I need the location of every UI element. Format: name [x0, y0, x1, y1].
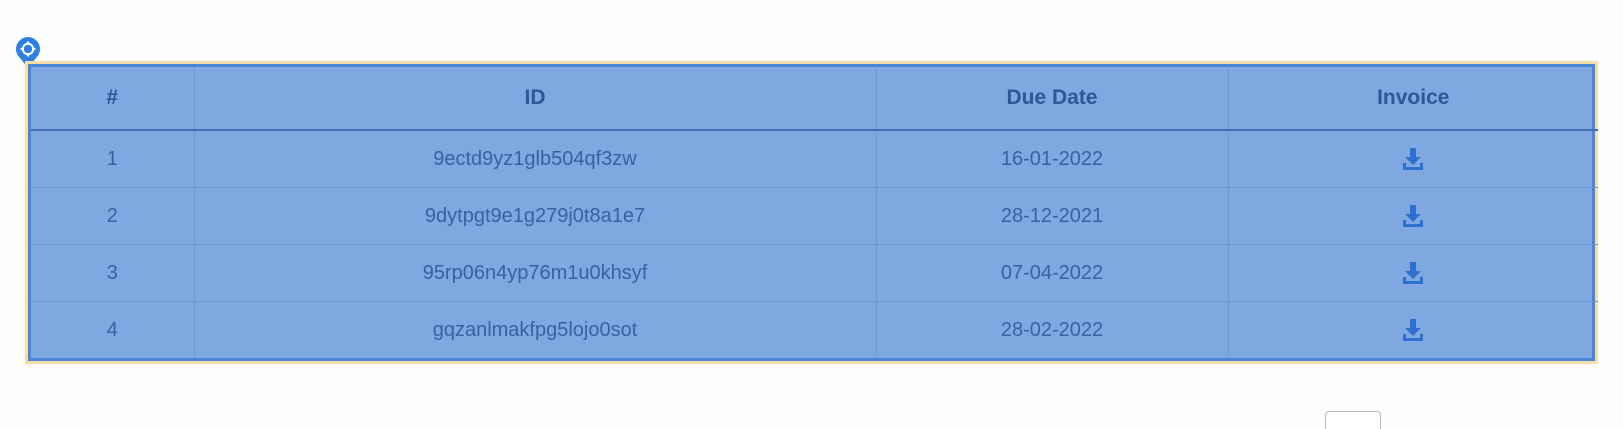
column-header-id: ID [193, 67, 877, 131]
table-row: 4 gqzanlmakfpg5lojo0sot 28-02-2022 [31, 301, 1598, 358]
row-due-date: 16-01-2022 [875, 130, 1229, 188]
row-id: gqzanlmakfpg5lojo0sot [193, 301, 877, 358]
column-header-invoice: Invoice [1227, 67, 1598, 131]
row-index: 3 [31, 244, 195, 302]
row-id: 95rp06n4yp76m1u0khsyf [193, 244, 877, 302]
download-icon[interactable] [1402, 147, 1424, 171]
row-invoice [1227, 130, 1598, 188]
row-due-date: 07-04-2022 [875, 244, 1229, 302]
row-id: 9dytpgt9e1g279j0t8a1e7 [193, 187, 877, 245]
row-invoice [1227, 244, 1598, 302]
download-icon[interactable] [1402, 261, 1424, 285]
row-invoice [1227, 301, 1598, 358]
download-icon[interactable] [1402, 204, 1424, 228]
highlighted-table-region: # ID Due Date Invoice 1 9ectd9yz1glb504q… [28, 64, 1598, 361]
column-header-index: # [31, 67, 195, 131]
row-index: 1 [31, 130, 195, 188]
table-row: 3 95rp06n4yp76m1u0khsyf 07-04-2022 [31, 244, 1598, 302]
invoice-table: # ID Due Date Invoice 1 9ectd9yz1glb504q… [31, 67, 1598, 358]
invoice-table-container: # ID Due Date Invoice 1 9ectd9yz1glb504q… [25, 61, 1598, 364]
row-id: 9ectd9yz1glb504qf3zw [193, 130, 877, 188]
table-row: 2 9dytpgt9e1g279j0t8a1e7 28-12-2021 [31, 187, 1598, 245]
download-icon[interactable] [1402, 318, 1424, 342]
row-due-date: 28-12-2021 [875, 187, 1229, 245]
page: # ID Due Date Invoice 1 9ectd9yz1glb504q… [0, 0, 1623, 429]
row-index: 2 [31, 187, 195, 245]
pagination-button[interactable] [1325, 411, 1381, 429]
row-invoice [1227, 187, 1598, 245]
table-header-row: # ID Due Date Invoice [31, 67, 1598, 131]
row-due-date: 28-02-2022 [875, 301, 1229, 358]
row-index: 4 [31, 301, 195, 358]
table-row: 1 9ectd9yz1glb504qf3zw 16-01-2022 [31, 130, 1598, 188]
column-header-due-date: Due Date [875, 67, 1229, 131]
